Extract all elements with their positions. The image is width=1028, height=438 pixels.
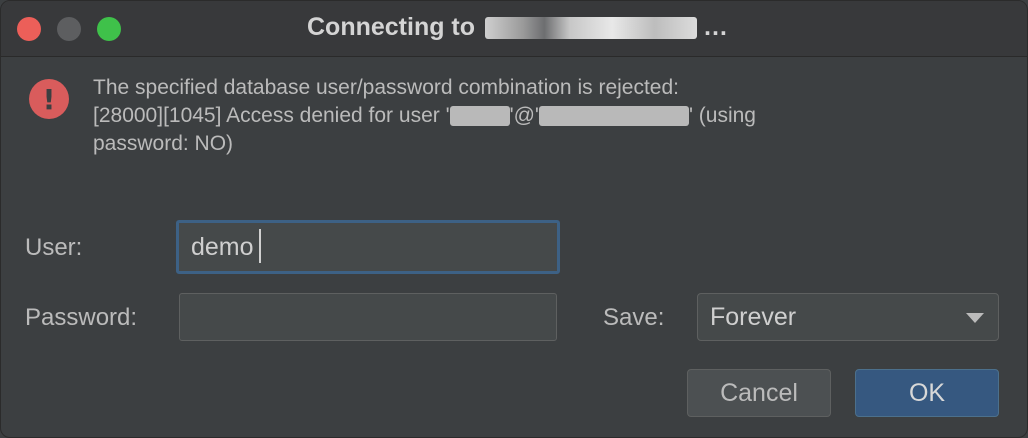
password-label: Password: [25, 304, 138, 331]
cancel-button[interactable]: Cancel [687, 369, 831, 417]
ok-button[interactable]: OK [855, 369, 999, 417]
redacted-host [538, 106, 689, 127]
error-line-2-mid: '@' [509, 104, 539, 127]
maximize-window-button[interactable] [97, 17, 121, 41]
password-input[interactable] [180, 294, 556, 340]
error-line-2: [28000][1045] Access denied for user ' '@… [93, 102, 913, 130]
save-dropdown[interactable]: Forever [697, 293, 999, 341]
title-bar[interactable]: Connecting to … [1, 1, 1027, 57]
user-input[interactable] [179, 223, 557, 271]
error-message: The specified database user/password com… [93, 74, 913, 158]
save-dropdown-value: Forever [710, 303, 797, 331]
error-line-1: The specified database user/password com… [93, 76, 679, 99]
user-label: User: [25, 234, 83, 261]
error-line-2-prefix: [28000][1045] Access denied for user ' [93, 104, 450, 127]
window-title: Connecting to … [307, 13, 728, 42]
error-line-2-suffix: ' (using [688, 104, 756, 127]
chevron-down-icon [966, 313, 984, 323]
error-icon: ! [29, 79, 69, 119]
user-field[interactable] [176, 220, 560, 274]
redacted-username [449, 106, 510, 127]
error-line-3: password: NO) [93, 132, 234, 155]
connection-dialog: Connecting to … ! The specified database … [0, 0, 1028, 438]
text-caret [259, 229, 261, 263]
minimize-window-button[interactable] [57, 17, 81, 41]
close-window-button[interactable] [17, 17, 41, 41]
window-title-prefix: Connecting to [307, 13, 476, 41]
redacted-datasource-name [485, 17, 698, 40]
window-title-ellipsis: … [703, 13, 729, 41]
save-label: Save: [603, 304, 665, 331]
password-field[interactable] [179, 293, 557, 341]
